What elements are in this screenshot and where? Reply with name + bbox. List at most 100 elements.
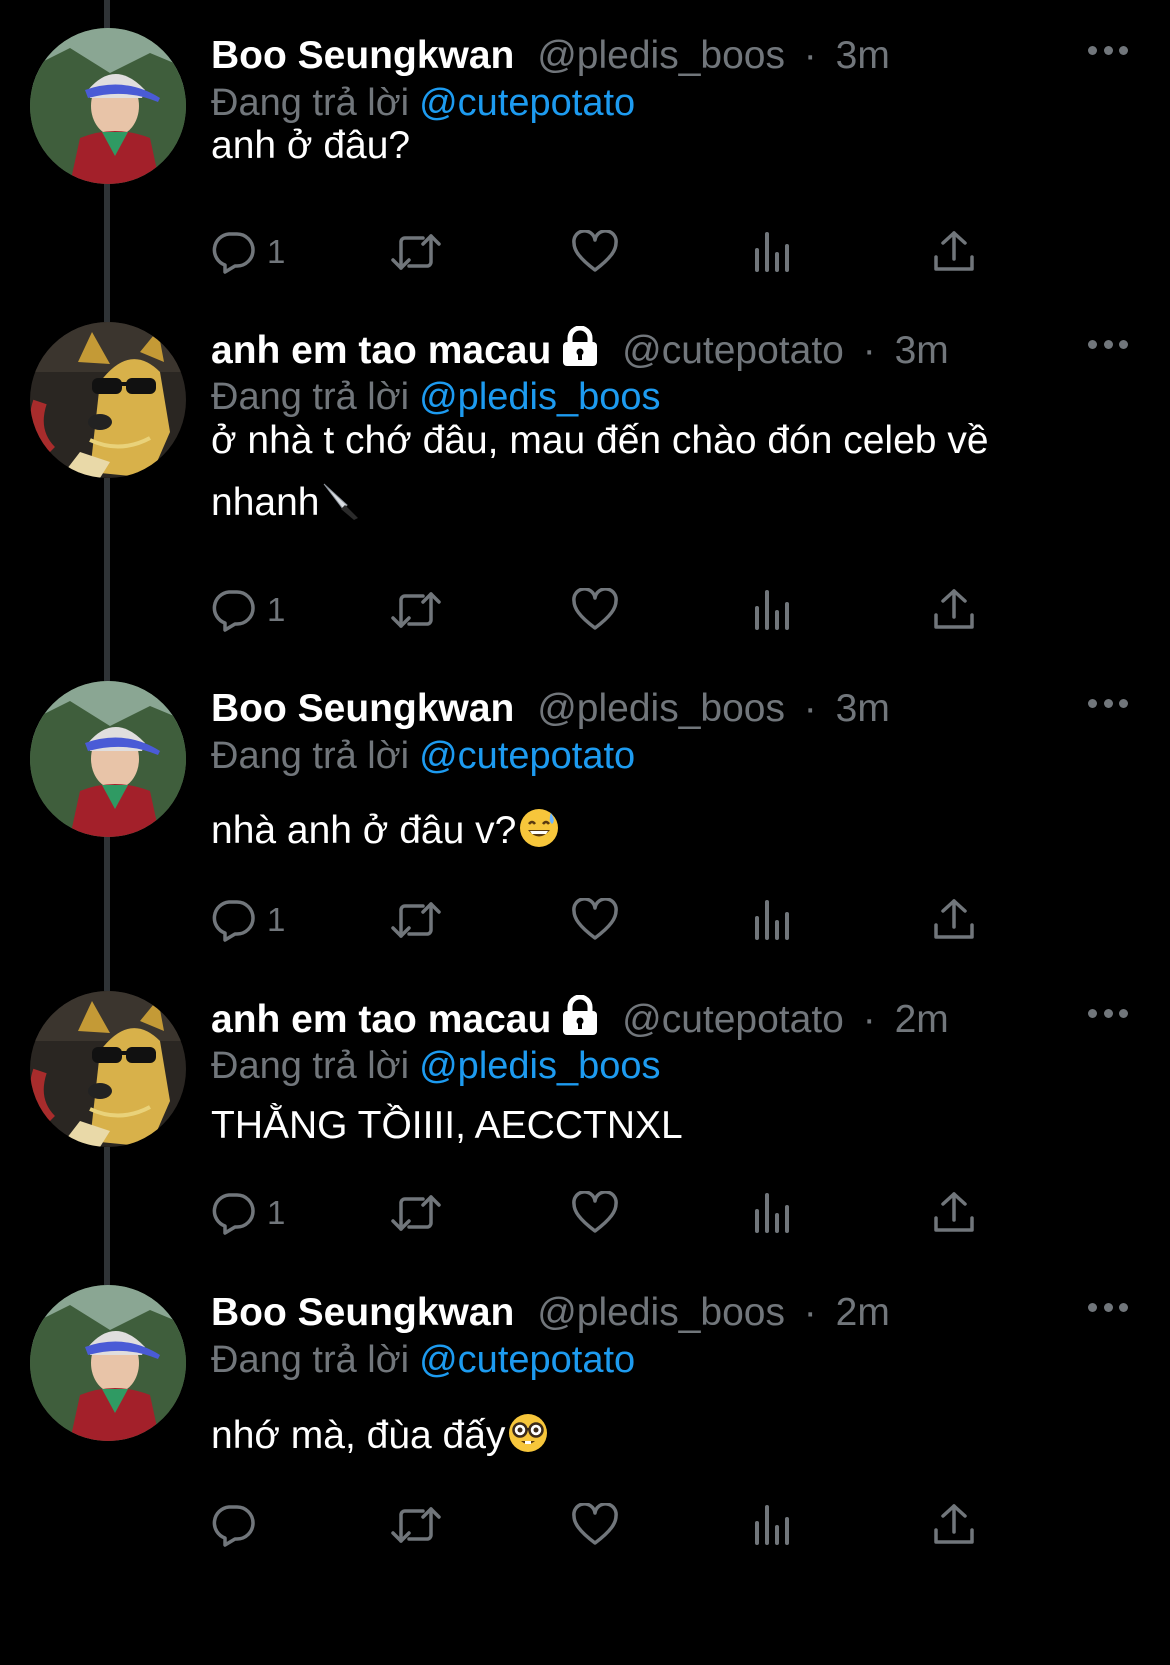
tweet-header: Boo Seungkwan @pledis_boos · 3m xyxy=(211,685,1110,733)
retweet-icon xyxy=(389,898,443,942)
more-options-icon[interactable] xyxy=(1088,693,1128,713)
thread-connector-line xyxy=(104,0,110,30)
separator-dot: · xyxy=(803,1291,817,1334)
share-button[interactable] xyxy=(931,222,977,282)
reply-icon xyxy=(211,1503,257,1547)
retweet-icon xyxy=(389,230,443,274)
views-button[interactable] xyxy=(751,1183,793,1243)
reply-button[interactable]: 1 xyxy=(211,1183,285,1243)
display-name[interactable]: anh em tao macau xyxy=(211,329,551,372)
like-button[interactable] xyxy=(571,222,619,282)
views-icon xyxy=(751,1191,793,1235)
share-button[interactable] xyxy=(931,1495,977,1555)
timestamp[interactable]: 2m xyxy=(836,1291,890,1334)
reply-icon xyxy=(211,230,257,274)
retweet-icon xyxy=(389,1503,443,1547)
mention-link[interactable]: @cutepotato xyxy=(419,1339,635,1381)
avatar[interactable] xyxy=(30,681,186,837)
avatar[interactable] xyxy=(30,991,186,1147)
user-handle[interactable]: @cutepotato xyxy=(622,329,844,372)
share-button[interactable] xyxy=(931,890,977,950)
share-icon xyxy=(931,897,977,943)
user-handle[interactable]: @pledis_boos xyxy=(537,34,785,77)
replying-to: Đang trả lời @cutepotato xyxy=(211,1337,635,1383)
reply-icon xyxy=(211,588,257,632)
retweet-icon xyxy=(389,588,443,632)
mention-link[interactable]: @cutepotato xyxy=(419,735,635,777)
share-icon xyxy=(931,229,977,275)
tweet-header: anh em tao macau @cutepotato · 3m xyxy=(211,325,1110,378)
views-icon xyxy=(751,1503,793,1547)
tweet-actions: 1 xyxy=(211,890,1041,950)
reply-count: 1 xyxy=(267,591,286,628)
retweet-button[interactable] xyxy=(389,890,443,950)
like-button[interactable] xyxy=(571,890,619,950)
lock-icon xyxy=(561,994,599,1047)
reply-count: 1 xyxy=(267,233,286,270)
tweet-text-line: nhanh xyxy=(211,472,1110,540)
like-icon xyxy=(571,898,619,942)
more-options-icon[interactable] xyxy=(1088,334,1128,354)
views-icon xyxy=(751,230,793,274)
display-name[interactable]: Boo Seungkwan xyxy=(211,1291,514,1334)
avatar[interactable] xyxy=(30,1285,186,1441)
reply-icon xyxy=(211,1191,257,1235)
timestamp[interactable]: 3m xyxy=(895,329,949,372)
tweet-text: nhớ mà, đùa đấy xyxy=(211,1405,1110,1473)
tweet-text: ở nhà t chớ đâu, mau đến chào đón celeb … xyxy=(211,410,1110,540)
replying-to: Đang trả lời @cutepotato xyxy=(211,733,635,779)
like-button[interactable] xyxy=(571,580,619,640)
tweet[interactable]: Boo Seungkwan @pledis_boos · 3m Đang trả… xyxy=(0,28,1170,282)
timestamp[interactable]: 3m xyxy=(836,34,890,77)
user-handle[interactable]: @pledis_boos xyxy=(537,687,785,730)
timestamp[interactable]: 2m xyxy=(895,998,949,1041)
replying-to-label: Đang trả lời xyxy=(211,1045,410,1087)
like-button[interactable] xyxy=(571,1495,619,1555)
reply-button[interactable] xyxy=(211,1495,267,1555)
more-options-icon[interactable] xyxy=(1088,1297,1128,1317)
display-name[interactable]: Boo Seungkwan xyxy=(211,34,514,77)
views-icon xyxy=(751,588,793,632)
reply-button[interactable]: 1 xyxy=(211,580,285,640)
tweet[interactable]: Boo Seungkwan @pledis_boos · 3m Đang trả… xyxy=(0,681,1170,950)
tweet[interactable]: Boo Seungkwan @pledis_boos · 2m Đang trả… xyxy=(0,1285,1170,1555)
avatar[interactable] xyxy=(30,28,186,184)
retweet-button[interactable] xyxy=(389,1183,443,1243)
tweet-actions: 1 xyxy=(211,1183,1041,1243)
separator-dot: · xyxy=(862,998,876,1041)
share-button[interactable] xyxy=(931,580,977,640)
retweet-button[interactable] xyxy=(389,222,443,282)
reply-button[interactable]: 1 xyxy=(211,890,285,950)
sweat-smile-emoji xyxy=(518,806,560,868)
tweet-header: anh em tao macau @cutepotato · 2m xyxy=(211,994,1110,1047)
tweet-actions xyxy=(211,1495,1041,1555)
views-button[interactable] xyxy=(751,580,793,640)
reply-icon xyxy=(211,898,257,942)
views-button[interactable] xyxy=(751,890,793,950)
share-button[interactable] xyxy=(931,1183,977,1243)
views-button[interactable] xyxy=(751,222,793,282)
user-handle[interactable]: @pledis_boos xyxy=(537,1291,785,1334)
retweet-button[interactable] xyxy=(389,1495,443,1555)
tweet-text-line: nhà anh ở đâu v? xyxy=(211,800,1110,868)
knife-emoji xyxy=(321,478,361,540)
tweet[interactable]: anh em tao macau @cutepotato · 2m Đang t… xyxy=(0,991,1170,1243)
more-options-icon[interactable] xyxy=(1088,40,1128,60)
user-handle[interactable]: @cutepotato xyxy=(622,998,844,1041)
avatar[interactable] xyxy=(30,322,186,478)
replying-to-label: Đang trả lời xyxy=(211,1339,410,1381)
display-name[interactable]: Boo Seungkwan xyxy=(211,687,514,730)
lock-icon xyxy=(561,325,599,378)
more-options-icon[interactable] xyxy=(1088,1003,1128,1023)
timestamp[interactable]: 3m xyxy=(836,687,890,730)
like-button[interactable] xyxy=(571,1183,619,1243)
retweet-button[interactable] xyxy=(389,580,443,640)
tweet-text: anh ở đâu? xyxy=(211,115,1110,177)
mention-link[interactable]: @pledis_boos xyxy=(419,1045,660,1087)
display-name[interactable]: anh em tao macau xyxy=(211,998,551,1041)
reply-button[interactable]: 1 xyxy=(211,222,285,282)
views-button[interactable] xyxy=(751,1495,793,1555)
tweet-actions: 1 xyxy=(211,580,1041,640)
tweet[interactable]: anh em tao macau @cutepotato · 3m Đang t… xyxy=(0,322,1170,640)
share-icon xyxy=(931,1190,977,1236)
